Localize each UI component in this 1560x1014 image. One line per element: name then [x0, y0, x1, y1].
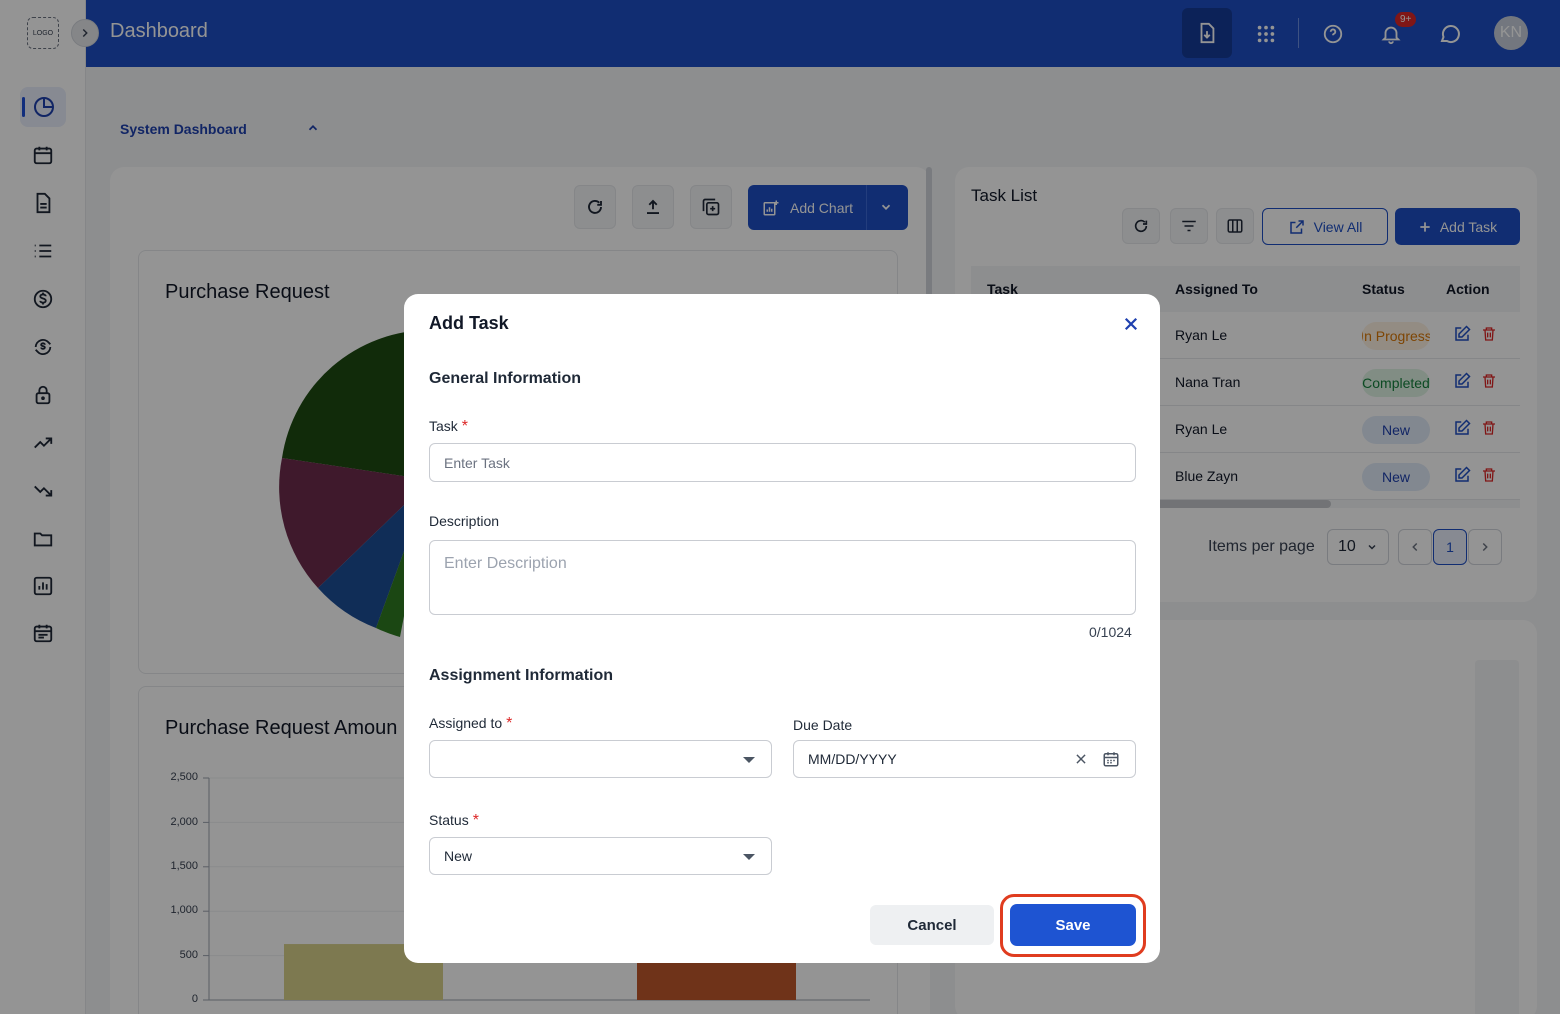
status-label-text: Status	[429, 812, 469, 828]
required-mark: *	[506, 715, 513, 732]
assignment-information-heading: Assignment Information	[429, 667, 614, 684]
due-date-placeholder: MM/DD/YYYY	[808, 751, 897, 767]
status-select-value: New	[444, 848, 473, 864]
close-icon	[1124, 317, 1138, 331]
dialog-title: Add Task	[429, 313, 509, 333]
assigned-to-label-text: Assigned to	[429, 715, 503, 731]
task-input[interactable]: Enter Task	[429, 443, 1136, 482]
cancel-button[interactable]: Cancel	[870, 905, 994, 945]
due-date-field-label: Due Date	[793, 717, 853, 733]
status-select[interactable]: New	[429, 837, 772, 875]
dropdown-arrow-icon	[743, 854, 755, 860]
description-textarea[interactable]: Enter Description	[429, 540, 1136, 615]
calendar-icon	[1103, 752, 1119, 767]
required-mark: *	[461, 418, 469, 435]
description-field-label: Description	[429, 513, 500, 529]
save-button[interactable]: Save	[1010, 904, 1136, 946]
description-char-counter: 0/1024	[1089, 624, 1132, 640]
due-date-input[interactable]: MM/DD/YYYY	[793, 740, 1136, 778]
required-mark: *	[472, 812, 479, 829]
description-placeholder: Enter Description	[444, 555, 567, 572]
task-label-text: Task	[429, 418, 458, 434]
close-icon	[1076, 754, 1086, 764]
assigned-to-field-label: Assigned to *	[429, 715, 512, 733]
task-field-label: Task *	[429, 418, 468, 436]
add-task-dialog: Add Task General Information Task * Enter…	[404, 294, 1160, 963]
assigned-to-select[interactable]	[429, 740, 772, 778]
clear-date-button[interactable]	[1074, 752, 1088, 769]
status-field-label: Status *	[429, 812, 479, 830]
general-information-heading: General Information	[429, 370, 582, 387]
calendar-picker-button[interactable]	[1102, 750, 1120, 771]
dropdown-arrow-icon	[743, 757, 755, 763]
task-input-placeholder: Enter Task	[444, 454, 510, 471]
close-dialog-button[interactable]	[1120, 313, 1142, 335]
